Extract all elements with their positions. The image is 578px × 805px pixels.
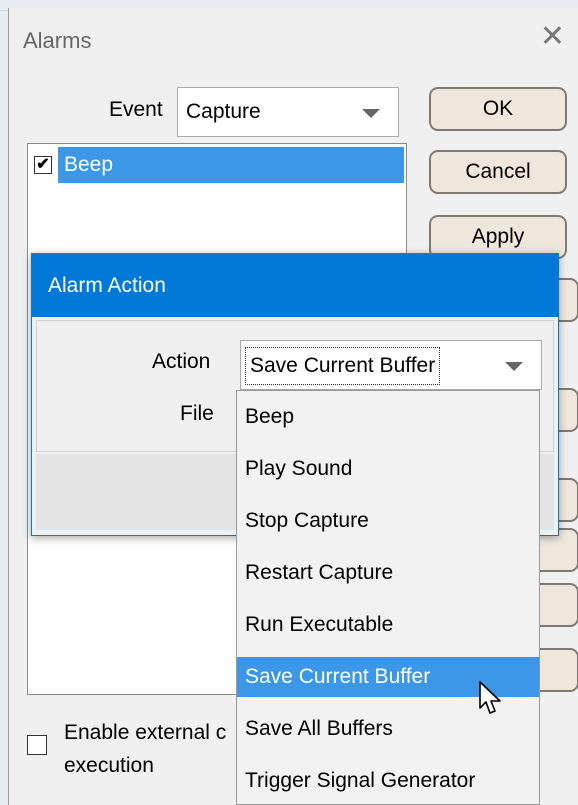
dropdown-option-trigger-signal-generator[interactable]: Trigger Signal Generator: [237, 761, 539, 801]
close-icon[interactable]: ✕: [540, 22, 565, 52]
event-dropdown[interactable]: Capture: [177, 87, 399, 137]
dropdown-option-stop-capture[interactable]: Stop Capture: [237, 501, 539, 541]
dropdown-option-restart-capture[interactable]: Restart Capture: [237, 553, 539, 593]
action-dropdown[interactable]: Save Current Buffer: [240, 340, 542, 390]
action-label: Action: [152, 350, 211, 373]
dropdown-option-beep[interactable]: Beep: [237, 397, 539, 437]
cancel-button[interactable]: Cancel: [429, 150, 567, 194]
alarm-action-title: Alarm Action: [48, 274, 166, 297]
chevron-down-icon: [505, 362, 523, 371]
alarm-action-title-bar: Alarm Action: [32, 254, 558, 317]
event-dropdown-value: Capture: [186, 100, 261, 123]
list-item-label: Beep: [58, 147, 404, 183]
alarms-title: Alarms: [23, 28, 92, 53]
file-label: File: [180, 402, 214, 425]
enable-external-label-line2: execution: [64, 754, 154, 777]
checkbox-beep[interactable]: ✔: [34, 156, 52, 174]
ok-button[interactable]: OK: [429, 87, 567, 131]
dropdown-option-play-sound[interactable]: Play Sound: [237, 449, 539, 489]
alarms-title-bar: Alarms ✕: [9, 8, 578, 70]
enable-external-label: Enable external c execution: [64, 716, 240, 782]
list-item[interactable]: ✔ Beep: [30, 147, 404, 183]
dropdown-option-run-executable[interactable]: Run Executable: [237, 605, 539, 645]
action-dropdown-value: Save Current Buffer: [245, 347, 441, 385]
chevron-down-icon: [362, 109, 380, 118]
action-dropdown-list[interactable]: Beep Play Sound Stop Capture Restart Cap…: [236, 390, 540, 805]
event-label: Event: [109, 98, 163, 121]
mouse-cursor-icon: [479, 681, 501, 714]
enable-external-label-line1: Enable external c: [64, 721, 227, 744]
enable-external-checkbox[interactable]: [27, 735, 47, 755]
